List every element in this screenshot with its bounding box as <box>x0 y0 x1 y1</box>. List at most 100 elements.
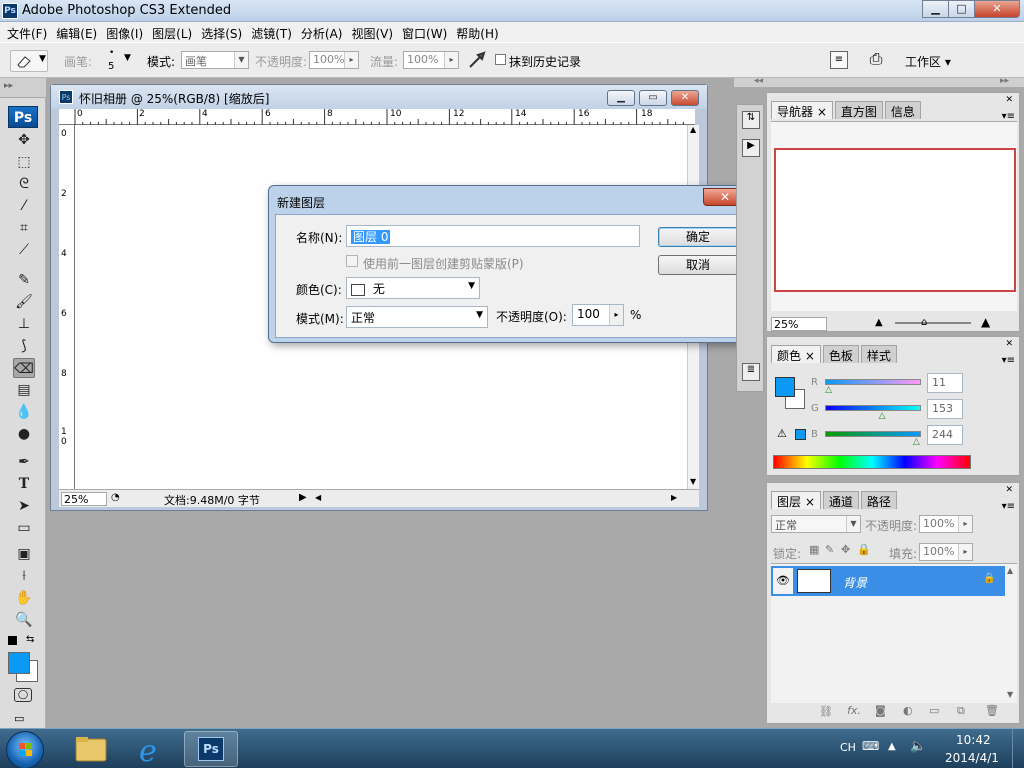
horizontal-ruler[interactable]: 0 2 4 6 8 10 12 14 16 18 <box>59 109 695 125</box>
tab-color[interactable]: 颜色 × <box>771 345 821 363</box>
keyboard-icon[interactable]: ⌨ <box>862 739 879 753</box>
g-input[interactable]: 153 <box>927 399 963 419</box>
layer-comps-panel-icon[interactable]: ≣ <box>742 363 760 381</box>
gradient-tool-icon[interactable]: ▤ <box>13 380 35 400</box>
panel-close-icon[interactable]: ✕ <box>1005 339 1013 349</box>
tab-navigator[interactable]: 导航器 × <box>771 101 833 119</box>
menu-help[interactable]: 帮助(H) <box>453 22 504 42</box>
history-brush-tool-icon[interactable]: ⟆ <box>13 336 35 356</box>
expand-icon[interactable]: ▸▸ <box>1000 76 1009 86</box>
tab-histogram[interactable]: 直方图 <box>834 101 883 119</box>
tab-layers[interactable]: 图层 × <box>771 491 821 509</box>
zoom-out-icon[interactable]: ▲ <box>875 317 883 328</box>
screen-mode-icon[interactable]: ▭ <box>14 712 24 725</box>
scroll-right-icon[interactable]: ▶ <box>671 493 677 502</box>
menu-image[interactable]: 图像(I) <box>103 22 149 42</box>
swap-colors-icon[interactable]: ⇆ <box>26 634 34 645</box>
dodge-tool-icon[interactable]: ● <box>13 424 35 444</box>
photoshop-taskbar-item[interactable]: Ps <box>184 731 238 767</box>
hand-tool-icon[interactable]: ✋ <box>13 588 35 608</box>
color-spectrum-bar[interactable] <box>773 455 971 469</box>
navigator-zoom-slider[interactable] <box>895 322 971 324</box>
actions-panel-icon[interactable]: ▶ <box>742 139 760 157</box>
lock-all-icon[interactable]: 🔒 <box>857 543 871 556</box>
layer-style-icon[interactable]: fx. <box>847 704 861 717</box>
menu-edit[interactable]: 编辑(E) <box>53 22 103 42</box>
opacity-field[interactable]: 100% ▸ <box>309 51 359 69</box>
flow-field[interactable]: 100% ▸ <box>403 51 459 69</box>
tray-expand-icon[interactable]: ▲ <box>888 741 896 752</box>
move-tool-icon[interactable]: ✥ <box>13 130 35 150</box>
menu-view[interactable]: 视图(V) <box>348 22 399 42</box>
color-fg-swatch[interactable] <box>775 377 795 397</box>
layer-opacity-field[interactable]: 100% ▸ <box>919 515 973 533</box>
color-select[interactable]: 无 ▼ <box>346 277 480 299</box>
tab-channels[interactable]: 通道 <box>822 491 859 509</box>
airbrush-icon[interactable] <box>468 51 488 69</box>
ok-button[interactable]: 确定 <box>658 227 738 247</box>
shape-tool-icon[interactable]: ▭ <box>13 518 35 538</box>
notes-tool-icon[interactable]: ▣ <box>13 544 35 564</box>
magic-wand-tool-icon[interactable]: ⁄ <box>13 196 35 216</box>
lock-position-icon[interactable]: ✥ <box>841 543 850 556</box>
doc-maximize-button[interactable]: ▭ <box>639 90 667 106</box>
panel-menu-icon[interactable]: ▾≡ <box>1002 501 1015 512</box>
tab-swatches[interactable]: 色板 <box>822 345 859 363</box>
explorer-taskbar-item[interactable] <box>64 731 118 767</box>
slice-tool-icon[interactable]: ⟋ <box>13 240 35 260</box>
path-selection-tool-icon[interactable]: ➤ <box>13 496 35 516</box>
ie-taskbar-item[interactable]: e <box>124 731 178 768</box>
lock-image-icon[interactable]: ✎ <box>825 543 834 556</box>
menu-window[interactable]: 窗口(W) <box>399 22 453 42</box>
menu-file[interactable]: 文件(F) <box>4 22 53 42</box>
r-slider[interactable] <box>825 379 921 385</box>
clone-stamp-tool-icon[interactable]: ⊥ <box>13 314 35 334</box>
brush-tool-icon[interactable]: 🖌 <box>13 292 35 312</box>
pen-tool-icon[interactable]: ✒ <box>13 452 35 472</box>
panel-menu-icon[interactable]: ▾≡ <box>1002 355 1015 366</box>
doc-minimize-button[interactable]: ▁ <box>607 90 635 106</box>
zoom-tool-icon[interactable]: 🔍 <box>13 610 35 630</box>
quick-mask-icon[interactable]: ◯ <box>14 688 32 702</box>
b-slider-thumb-icon[interactable]: △ <box>913 437 920 447</box>
chevron-right-icon[interactable]: ▸ <box>609 305 623 325</box>
workspace-menu[interactable]: 工作区 ▾ <box>905 53 951 70</box>
menu-analysis[interactable]: 分析(A) <box>298 22 349 42</box>
b-slider[interactable] <box>825 431 921 437</box>
link-layers-icon[interactable]: ⛓ <box>819 705 833 718</box>
layer-row[interactable]: 👁 背景 🔒 <box>771 566 1005 596</box>
tab-info[interactable]: 信息 <box>884 101 921 119</box>
scroll-down-icon[interactable]: ▼ <box>690 477 696 486</box>
healing-brush-tool-icon[interactable]: ✎ <box>13 270 35 290</box>
close-button[interactable]: ✕ <box>974 0 1020 18</box>
tab-paths[interactable]: 路径 <box>860 491 897 509</box>
mode-select[interactable]: 正常 ▼ <box>346 306 488 328</box>
navigator-preview[interactable] <box>774 148 1016 292</box>
delete-layer-icon[interactable]: 🗑 <box>985 704 999 717</box>
volume-icon[interactable]: 🔈 <box>910 739 926 754</box>
zoom-field[interactable]: 25% <box>61 492 107 506</box>
photoshop-logo[interactable]: Ps <box>8 106 38 128</box>
zoom-in-icon[interactable]: ▲ <box>981 315 990 329</box>
scroll-down-icon[interactable]: ▼ <box>1007 690 1013 699</box>
menu-select[interactable]: 选择(S) <box>198 22 248 42</box>
bridge-icon[interactable]: ⎙ <box>864 49 888 71</box>
clock-date[interactable]: 2014/4/1 <box>945 751 999 765</box>
palette-well-icon[interactable]: ≡ <box>830 51 848 69</box>
scroll-up-icon[interactable]: ▲ <box>690 125 696 134</box>
clip-mask-checkbox[interactable] <box>346 255 358 267</box>
panel-dock-header[interactable]: ◂◂ ▸▸ <box>734 76 1024 88</box>
opacity-input[interactable]: 100 ▸ <box>572 304 624 326</box>
visibility-eye-icon[interactable]: 👁 <box>773 568 793 594</box>
cancel-button[interactable]: 取消 <box>658 255 738 275</box>
b-input[interactable]: 244 <box>927 425 963 445</box>
collapse-icon[interactable]: ◂◂ <box>754 76 763 86</box>
show-desktop-button[interactable] <box>1012 729 1024 768</box>
lock-transparent-icon[interactable]: ▦ <box>809 543 819 556</box>
menu-filter[interactable]: 滤镜(T) <box>248 22 298 42</box>
scroll-left-icon[interactable]: ◀ <box>315 493 321 502</box>
input-language[interactable]: CH <box>840 741 856 754</box>
minimize-button[interactable]: ▁ <box>922 0 948 18</box>
gamut-swatch[interactable] <box>795 429 806 440</box>
status-menu-arrow-icon[interactable]: ▶ <box>299 492 307 503</box>
